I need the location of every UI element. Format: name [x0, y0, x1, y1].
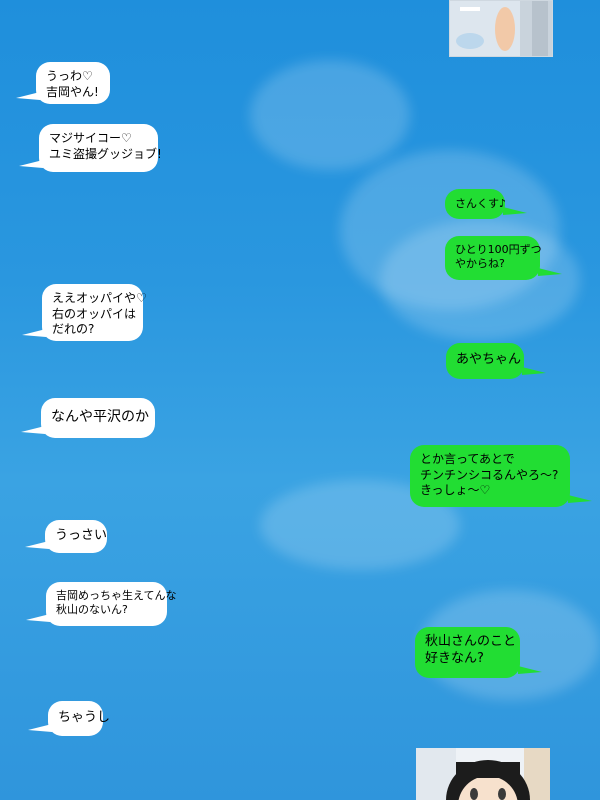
message-bubble-left[interactable]: なんや平沢のか	[21, 398, 155, 438]
message-text: 好きなん?	[425, 650, 484, 666]
message-text: うっわ♡	[46, 69, 93, 83]
photo-image	[416, 748, 550, 800]
photo-thumbnail-bottom[interactable]	[416, 748, 550, 800]
message-text: ユミ盗撮グッジョブ!	[49, 146, 162, 161]
message-text: だれの?	[52, 322, 95, 337]
bubble-tail	[19, 160, 43, 168]
bubble-tail	[503, 207, 527, 215]
bubble-tail	[28, 724, 52, 732]
message-text: チンチンシコるんやろ〜?	[420, 467, 559, 482]
bubble-tail	[22, 329, 46, 337]
message-text: ちゃうし	[58, 710, 111, 725]
message-text: マジサイコー♡	[49, 131, 132, 145]
message-bubble-left[interactable]: うっわ♡ 吉岡やん!	[16, 62, 110, 104]
bubble-tail	[26, 614, 50, 622]
photo-thumbnail-top[interactable]	[449, 0, 553, 57]
message-text: うっさい	[55, 528, 108, 543]
bubble-tail	[522, 367, 546, 375]
message-text: とか言ってあとで	[420, 452, 515, 466]
message-bubble-left[interactable]: ええオッパイや♡ 右のオッパイは だれの?	[22, 284, 147, 341]
message-text: きっしょ〜♡	[420, 483, 491, 498]
photo-image	[450, 1, 552, 56]
message-text: 右のオッパイは	[52, 306, 137, 321]
message-bubble-right[interactable]: とか言ってあとで チンチンシコるんやろ〜? きっしょ〜♡	[410, 445, 592, 507]
message-text: 秋山さんのこと	[425, 634, 517, 649]
message-bubble-left[interactable]: うっさい	[25, 520, 108, 553]
bubble-tail	[21, 426, 45, 434]
message-bubble-right[interactable]: 秋山さんのこと 好きなん?	[415, 627, 542, 678]
bubble-tail	[518, 666, 542, 674]
message-text: なんや平沢のか	[51, 409, 149, 425]
message-bubble-left[interactable]: マジサイコー♡ ユミ盗撮グッジョブ!	[19, 124, 162, 172]
message-text: あやちゃん	[456, 352, 522, 367]
message-bubble-left[interactable]: 吉岡めっちゃ生えてんな 秋山のないん?	[26, 582, 177, 626]
message-text: ひとり100円ずつ	[455, 243, 542, 256]
message-text: ええオッパイや♡	[52, 291, 147, 305]
message-bubble-right[interactable]: あやちゃん	[446, 343, 546, 379]
bubble-tail	[16, 92, 40, 100]
message-text: さんくす♪	[455, 197, 507, 210]
bubble-tail	[538, 268, 562, 276]
cloud	[250, 60, 410, 170]
bubble-tail	[25, 541, 49, 549]
bubble-tail	[568, 495, 592, 503]
message-bubble-right[interactable]: ひとり100円ずつ やからね?	[445, 236, 562, 280]
message-text: 吉岡めっちゃ生えてんな	[56, 589, 177, 602]
message-text: 秋山のないん?	[56, 603, 128, 617]
message-text: やからね?	[455, 257, 505, 271]
message-bubble-left[interactable]: ちゃうし	[28, 701, 111, 736]
message-bubble-right[interactable]: さんくす♪	[445, 189, 527, 219]
message-text: 吉岡やん!	[46, 84, 99, 99]
